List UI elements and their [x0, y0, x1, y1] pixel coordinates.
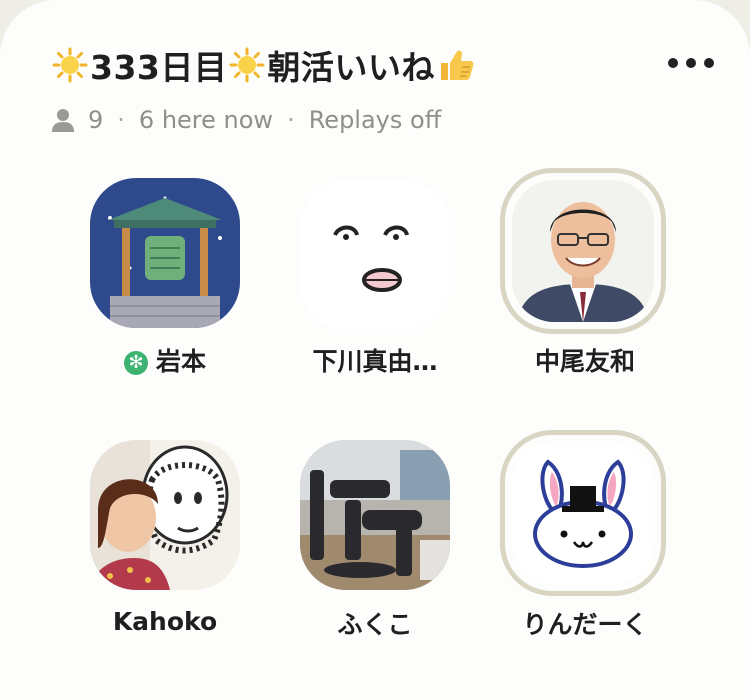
room-title-text: 333日目 [90, 48, 228, 87]
speaker-avatar-shimokawa[interactable] [300, 180, 450, 330]
dot-icon [704, 58, 714, 68]
speaker-name-shimokawa: 下川真由… [312, 347, 438, 376]
speaker-avatar-fukuko[interactable] [300, 440, 450, 590]
dot-icon [686, 58, 696, 68]
face-drawing-avatar [300, 180, 450, 330]
listener-count: 9 [88, 106, 104, 134]
person-icon [52, 108, 74, 132]
speaker-avatar-kahoko[interactable] [90, 440, 240, 590]
thumbs-up-icon [437, 47, 475, 83]
speaker-name-rindaaku: りんだーく [522, 610, 648, 639]
sun-icon [229, 47, 265, 83]
room-meta: 9 · 6 here now · Replays off [52, 102, 441, 138]
speaker-avatar-iwamoto[interactable] [90, 178, 240, 328]
moderator-badge-icon: ✻ [123, 351, 148, 375]
man-photo-avatar [512, 180, 654, 322]
sun-icon [52, 47, 88, 83]
speaker-name-fukuko: ふくこ [337, 610, 413, 639]
gym-photo-avatar [300, 440, 450, 590]
temple-bell-avatar [90, 178, 240, 328]
more-options-button[interactable] [668, 58, 714, 68]
woman-photo-avatar [90, 440, 240, 590]
room-card: 333日目 朝活いいね 9 · 6 here now · Replays off… [0, 0, 750, 700]
replays-text: Replays off [308, 106, 442, 134]
separator-dot: · [287, 106, 295, 134]
speaker-name-kahoko: Kahoko [112, 607, 218, 636]
speaker-avatar-nakao[interactable] [500, 168, 666, 334]
speaker-name-iwamoto: ✻ 岩本 [55, 342, 275, 378]
room-title-suffix: 朝活いいね [267, 48, 435, 87]
separator-dot: · [117, 106, 125, 134]
here-now-text: 6 here now [138, 106, 274, 134]
room-title: 333日目 朝活いいね [52, 40, 475, 90]
dot-icon [668, 58, 678, 68]
speaker-name-text: 岩本 [155, 347, 206, 376]
rabbit-avatar [512, 442, 654, 584]
speaker-avatar-rindaaku[interactable] [500, 430, 666, 596]
speaker-name-nakao: 中尾友和 [534, 347, 635, 376]
